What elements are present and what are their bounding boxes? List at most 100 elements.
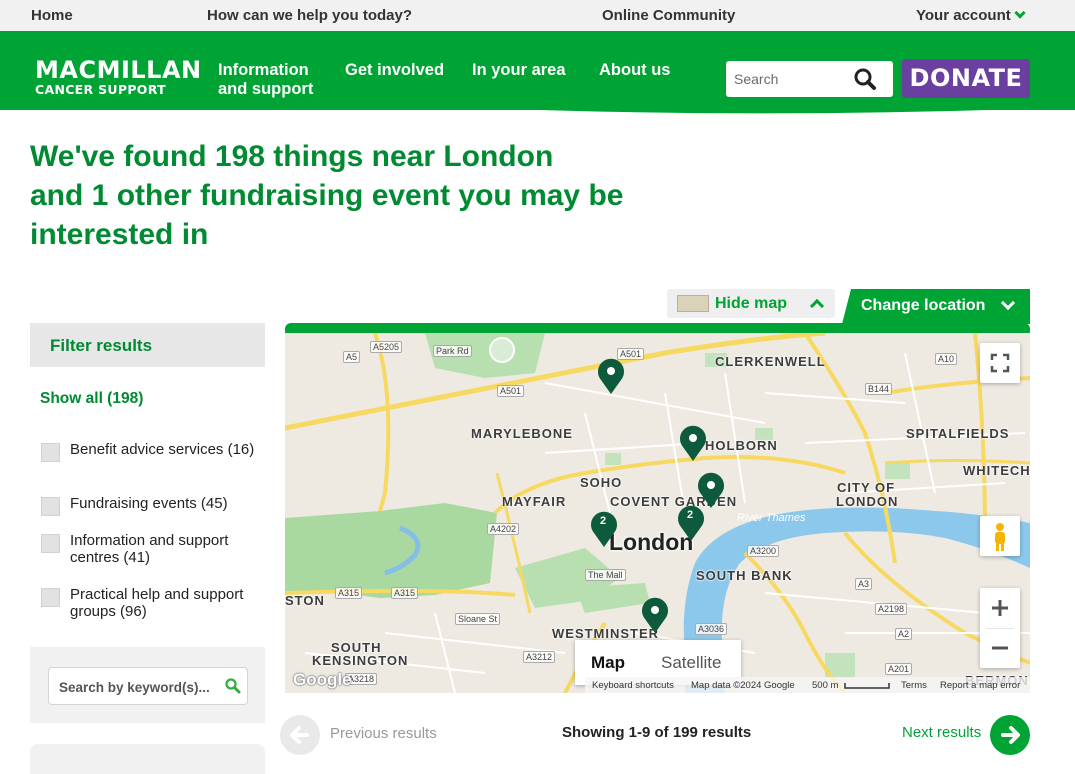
- keyword-search-input[interactable]: [59, 678, 219, 696]
- your-account-link[interactable]: Your account: [916, 7, 1026, 24]
- road-label: A5: [343, 351, 361, 363]
- map-marker[interactable]: [639, 596, 671, 634]
- street-label: Park Rd: [433, 345, 472, 357]
- checkbox[interactable]: [41, 588, 60, 607]
- hide-map-button[interactable]: Hide map: [667, 289, 835, 318]
- chevron-up-icon: [809, 298, 825, 314]
- page-title: We've found 198 things near London and 1…: [30, 137, 690, 254]
- map-area-label: HOLBORN: [705, 438, 778, 453]
- checkbox[interactable]: [41, 443, 60, 462]
- cluster-count: 2: [686, 509, 694, 521]
- previous-results-link[interactable]: Previous results: [330, 725, 437, 742]
- your-account-label: Your account: [916, 7, 1011, 24]
- online-community-link[interactable]: Online Community: [602, 7, 735, 24]
- utility-bar: Home How can we help you today? Online C…: [0, 0, 1075, 31]
- filter-option-label: Fundraising events (45): [70, 495, 228, 512]
- nav-information-and-support[interactable]: Information and support: [218, 61, 313, 99]
- road-label: A3200: [747, 545, 780, 557]
- checkbox[interactable]: [41, 534, 60, 553]
- map-area-label: SOUTH BANK: [696, 568, 793, 583]
- scale-label: 500 m: [812, 680, 839, 691]
- site-search: [726, 61, 893, 97]
- next-arrow-icon[interactable]: [990, 715, 1030, 755]
- nav-label-line2: and support: [218, 80, 314, 98]
- results-count: Showing 1-9 of 199 results: [562, 724, 752, 741]
- search-icon[interactable]: [852, 67, 880, 91]
- nav-label: Information: [218, 61, 309, 79]
- page-title-line1: We've found 198 things near London: [30, 140, 554, 173]
- road-label: A3212: [523, 651, 556, 663]
- logo-line1: MACMILLAN: [35, 56, 202, 84]
- road-label: A2: [895, 628, 913, 640]
- nav-label: About us: [599, 61, 671, 79]
- help-link[interactable]: How can we help you today?: [207, 7, 412, 24]
- map-river-label: River Thames: [737, 512, 806, 524]
- map-thumbnail-icon: [677, 295, 709, 312]
- change-location-button[interactable]: Change location: [842, 289, 1030, 324]
- map-area-label: CLERKENWELL: [715, 354, 826, 369]
- road-label: A315: [335, 587, 363, 599]
- map-area-label: CITY OF: [837, 480, 896, 495]
- filter-body: Show all (198) Benefit advice services (…: [30, 367, 265, 647]
- lower-panel: [30, 744, 265, 774]
- map-marker-cluster[interactable]: 2: [675, 504, 707, 542]
- map-marker[interactable]: [677, 424, 709, 462]
- map-data-text: Map data ©2024 Google: [691, 680, 795, 691]
- map-area-label: KENSINGTON: [312, 653, 409, 668]
- keyword-search-box: [48, 667, 248, 705]
- nav-in-your-area[interactable]: In your area: [472, 61, 566, 80]
- map-area-label: MAYFAIR: [502, 494, 567, 509]
- filter-option-label: Information and support centres (41): [70, 532, 229, 566]
- map-area-label: WHITECH: [963, 463, 1030, 478]
- results-map[interactable]: CLERKENWELL MARYLEBONE HOLBORN SPITALFIE…: [285, 333, 1030, 693]
- report-map-error-link[interactable]: Report a map error: [940, 680, 1020, 691]
- street-label: The Mall: [585, 569, 626, 581]
- home-link[interactable]: Home: [31, 7, 73, 24]
- logo-line2: CANCER SUPPORT: [35, 82, 166, 97]
- header-wave: [0, 104, 1075, 114]
- zoom-control: [980, 588, 1020, 668]
- nav-about-us[interactable]: About us: [599, 61, 671, 80]
- chevron-down-icon: [1000, 295, 1016, 311]
- filter-header: Filter results: [30, 323, 265, 367]
- cluster-count: 2: [599, 515, 607, 527]
- map-area-label: MARYLEBONE: [471, 426, 573, 441]
- search-input[interactable]: [734, 69, 844, 89]
- fullscreen-icon[interactable]: [980, 343, 1020, 383]
- search-icon[interactable]: [224, 677, 242, 695]
- road-label: A5205: [370, 341, 403, 353]
- pegman-icon[interactable]: [980, 516, 1020, 556]
- chevron-down-icon: [1014, 7, 1026, 19]
- road-label: A2198: [875, 603, 908, 615]
- checkbox[interactable]: [41, 497, 60, 516]
- map-type-satellite[interactable]: Satellite: [661, 653, 721, 673]
- road-label: A501: [497, 385, 525, 397]
- filter-panel: Filter results Show all (198) Benefit ad…: [30, 323, 265, 723]
- filter-title: Filter results: [50, 336, 153, 355]
- zoom-out-icon[interactable]: [980, 628, 1020, 668]
- map-marker-cluster[interactable]: 2: [588, 510, 620, 548]
- macmillan-logo[interactable]: MACMILLAN CANCER SUPPORT: [35, 58, 202, 97]
- nav-label: In your area: [472, 61, 566, 79]
- scale-bar: [844, 683, 890, 689]
- google-logo: Google: [293, 670, 352, 689]
- road-label: A3036: [695, 623, 728, 635]
- donate-button[interactable]: DONATE: [902, 59, 1030, 98]
- road-label: B144: [865, 383, 893, 395]
- main-header: MACMILLAN CANCER SUPPORT Information and…: [0, 31, 1075, 110]
- map-type-map[interactable]: Map: [591, 653, 625, 673]
- terms-link[interactable]: Terms: [901, 680, 927, 691]
- hide-map-label: Hide map: [715, 295, 788, 312]
- next-results-link[interactable]: Next results: [902, 724, 981, 741]
- filter-option-label: Benefit advice services (16): [70, 441, 255, 458]
- previous-arrow-icon[interactable]: [280, 715, 320, 755]
- road-label: A3: [855, 578, 873, 590]
- map-top-border: [285, 323, 1030, 333]
- nav-get-involved[interactable]: Get involved: [345, 61, 444, 80]
- road-label: A4202: [487, 523, 520, 535]
- map-marker[interactable]: [595, 357, 627, 395]
- show-all-link[interactable]: Show all (198): [40, 390, 143, 408]
- zoom-in-icon[interactable]: [980, 588, 1020, 628]
- keyboard-shortcuts-link[interactable]: Keyboard shortcuts: [592, 680, 674, 691]
- page-title-line2: and 1 other fundraising event you may be: [30, 179, 624, 212]
